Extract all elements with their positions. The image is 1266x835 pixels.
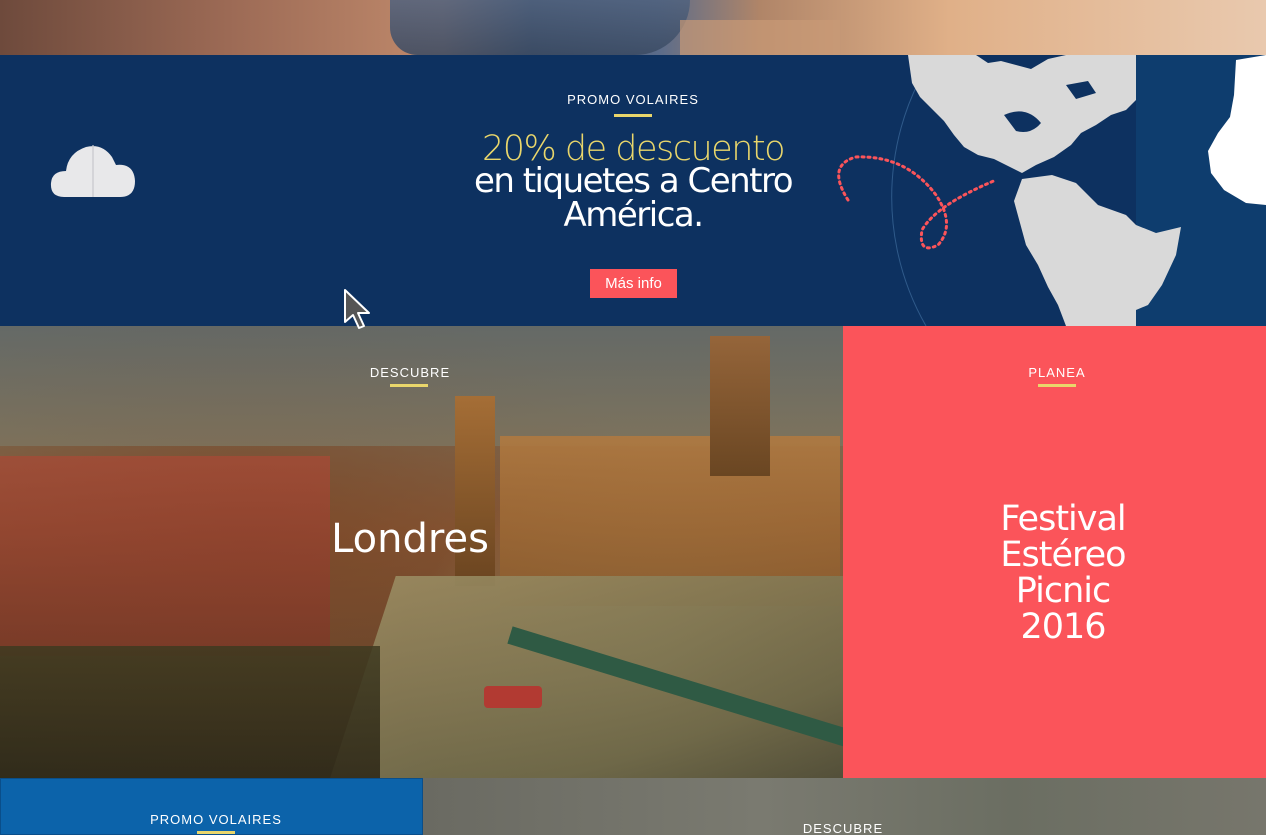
card-eyebrow: PLANEA: [1028, 365, 1086, 380]
hero-image-detail: [390, 0, 690, 55]
cloud-icon: [50, 145, 135, 197]
more-info-button[interactable]: Más info: [590, 269, 677, 298]
river-image: [324, 576, 843, 778]
promo-card[interactable]: PROMO VOLAIRES: [0, 778, 423, 835]
card-eyebrow: PROMO VOLAIRES: [150, 812, 282, 827]
promo-headline: en tiquetes a Centro América.: [440, 164, 826, 232]
eyebrow-underline: [390, 384, 428, 387]
city-photo-layer: [710, 336, 770, 476]
card-eyebrow: DESCUBRE: [802, 821, 884, 835]
eyebrow-underline: [1038, 384, 1076, 387]
promo-eyebrow: PROMO VOLAIRES: [567, 92, 699, 107]
destination-card-london[interactable]: DESCUBRE Londres: [0, 326, 843, 778]
hero-image-strip: [0, 0, 1266, 55]
mouse-cursor-icon: [344, 289, 370, 329]
card-title-line: Picnic: [1015, 571, 1111, 611]
card-title-line: Festival: [1000, 499, 1126, 539]
card-title[interactable]: Londres: [210, 516, 610, 562]
eyebrow-underline: [197, 831, 235, 834]
city-photo-layer: [0, 646, 380, 778]
eyebrow-underline: [614, 114, 652, 117]
promo-headline-line: América.: [563, 195, 704, 235]
card-eyebrow: DESCUBRE: [369, 365, 451, 380]
promo-headline-line: en tiquetes a Centro: [473, 161, 794, 201]
promo-banner[interactable]: PROMO VOLAIRES 20% de descuento en tique…: [0, 55, 1266, 326]
hero-image-detail: [680, 20, 840, 55]
boat-image: [484, 686, 542, 708]
globe-map-icon: [837, 55, 1266, 326]
card-title[interactable]: Festival Estéreo Picnic 2016: [903, 501, 1223, 645]
destination-card[interactable]: DESCUBRE: [423, 778, 1266, 835]
event-card-festival[interactable]: PLANEA Festival Estéreo Picnic 2016: [843, 326, 1266, 778]
card-title-line: 2016: [1020, 607, 1106, 647]
card-title-line: Estéreo: [1000, 535, 1126, 575]
